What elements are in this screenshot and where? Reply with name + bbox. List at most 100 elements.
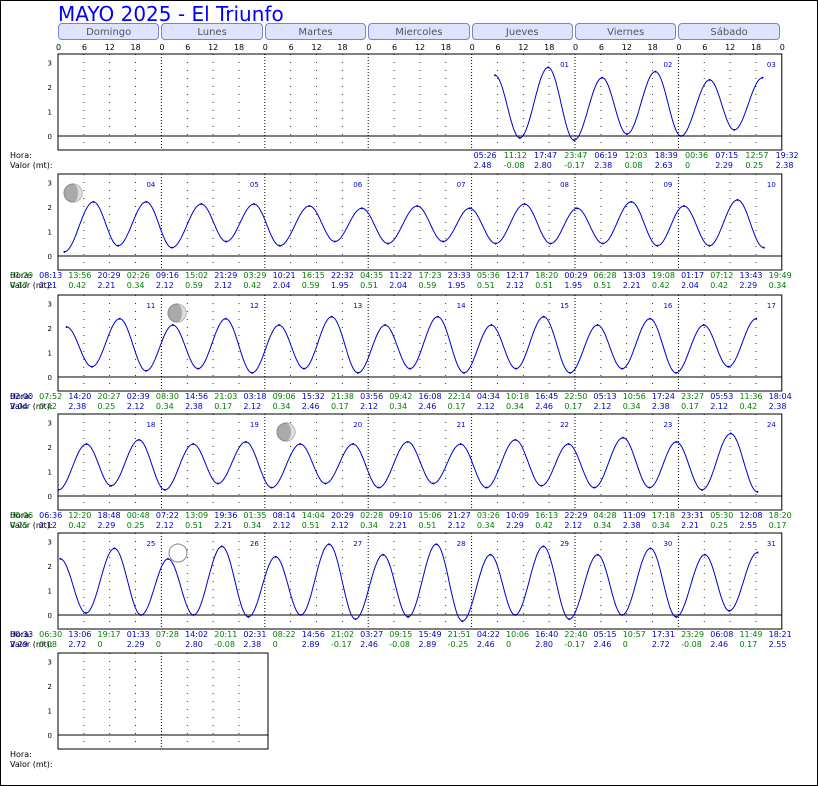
tide-time-label: 20:27: [98, 392, 121, 401]
tide-time-label: 22:29: [564, 511, 587, 520]
y-tick-label: 3: [48, 301, 52, 309]
tide-point: [601, 242, 604, 245]
tide-time-label: 14:04: [302, 511, 325, 520]
tide-value-label: 2.38: [623, 521, 641, 530]
day-number-label: 24: [767, 421, 776, 429]
tide-value-label: 0.34: [769, 281, 787, 290]
y-tick-label: 2: [48, 444, 52, 452]
tide-time-label: 09:42: [389, 392, 412, 401]
tide-time-label: 20:29: [98, 271, 121, 280]
tide-value-label: 0.42: [68, 281, 86, 290]
tide-value-label: 0: [685, 161, 690, 170]
tide-point: [703, 553, 706, 556]
tide-value-label: 0.51: [594, 281, 612, 290]
tide-point: [762, 246, 765, 249]
y-tick-label: 1: [48, 708, 52, 716]
tide-point: [596, 324, 599, 327]
tide-time-label: 17:18: [652, 511, 675, 520]
tide-point: [708, 244, 711, 247]
day-number-label: 11: [146, 302, 155, 310]
day-number-label: 04: [146, 181, 155, 189]
tide-value-label: 0.59: [302, 281, 320, 290]
tide-point: [675, 440, 678, 443]
tide-time-label: 05:36: [477, 271, 500, 280]
day-number-label: 23: [663, 421, 672, 429]
tide-value-label: 2.29: [506, 521, 524, 530]
tide-time-label: 23:47: [564, 151, 587, 160]
day-number-label: 28: [457, 540, 466, 548]
tide-time-label: 12:08: [739, 511, 762, 520]
tide-time-label: 00:29: [564, 271, 587, 280]
tide-time-label: 10:21: [273, 271, 296, 280]
tide-value-label: 2.12: [477, 402, 495, 411]
tide-point: [675, 615, 678, 618]
tide-point: [90, 365, 93, 368]
tide-point: [354, 618, 357, 621]
day-number-label: 18: [146, 421, 155, 429]
tide-point: [494, 74, 497, 77]
tide-value-label: 2.12: [156, 281, 174, 290]
tide-value-label: 2.72: [652, 640, 670, 649]
tide-time-label: 18:39: [655, 151, 678, 160]
tide-time-label: 05:30: [710, 511, 733, 520]
tide-time-label: 13:09: [185, 511, 208, 520]
tide-point: [117, 244, 120, 247]
tide-value-label: 2.63: [655, 161, 673, 170]
tide-value-label: 2.38: [243, 640, 261, 649]
tide-value-label: 2.12: [156, 521, 174, 530]
tide-point: [462, 371, 465, 374]
tide-value-label: 2.46: [360, 640, 378, 649]
y-tick-label: 1: [48, 109, 52, 117]
tide-point: [648, 317, 651, 320]
day-number-label: 14: [457, 302, 466, 310]
tide-point: [601, 76, 604, 79]
tide-value-label: -0.17: [564, 640, 585, 649]
tide-value-label: 2.21: [214, 521, 232, 530]
tide-value-label: 2.46: [710, 640, 728, 649]
tide-value-label: 2.46: [535, 402, 553, 411]
tide-time-label: 20:29: [331, 511, 354, 520]
tide-time-label: 18:21: [769, 630, 792, 639]
tide-point: [549, 242, 552, 245]
tide-time-label: 23:27: [681, 392, 704, 401]
tide-value-label: 0.25: [10, 521, 28, 530]
tide-time-label: 23:33: [448, 271, 471, 280]
tide-value-label: 0.17: [739, 640, 757, 649]
tide-time-label: 03:27: [360, 630, 383, 639]
tide-value-label: 0.34: [594, 521, 612, 530]
hora-row-label: Hora:: [10, 151, 32, 160]
moon-phase-icon: [63, 183, 83, 203]
tide-value-label: 0.51: [302, 521, 320, 530]
tide-value-label: -0.08: [681, 640, 702, 649]
tide-value-label: 0.51: [418, 521, 436, 530]
tide-point: [461, 620, 464, 623]
tide-value-label: -0.08: [504, 161, 525, 170]
tide-point: [63, 250, 66, 253]
tide-point: [408, 367, 411, 370]
day-number-label: 12: [250, 302, 259, 310]
tide-value-label: 0: [98, 640, 103, 649]
week-panel-4: [57, 532, 783, 630]
tide-value-label: 2.12: [243, 402, 261, 411]
tide-time-label: 04:34: [477, 392, 500, 401]
tide-time-label: 01:35: [243, 511, 266, 520]
tide-value-label: 0.17: [214, 402, 232, 411]
tide-point: [489, 553, 492, 556]
tide-time-label: 11:22: [389, 271, 412, 280]
tide-time-label: 21:03: [214, 392, 237, 401]
tide-point: [656, 244, 659, 247]
y-tick-label: 1: [48, 229, 52, 237]
tide-point: [459, 443, 462, 446]
week-panel-1: [57, 173, 783, 271]
tide-chart: 0123 01 02 03Hora:Valor (mt):05:262.4811:12…: [10, 53, 799, 769]
tide-value-label: 0.34: [623, 402, 641, 411]
tide-time-label: 19:49: [769, 271, 792, 280]
tide-time-label: 11:36: [739, 392, 762, 401]
tide-value-label: 2.12: [273, 521, 291, 530]
tide-value-label: 2.38: [185, 402, 203, 411]
tide-time-label: 20:11: [214, 630, 237, 639]
tide-time-label: 02:39: [127, 392, 150, 401]
tide-time-label: 10:57: [623, 630, 646, 639]
tide-point: [308, 205, 311, 208]
week-panel-5: [57, 652, 269, 750]
